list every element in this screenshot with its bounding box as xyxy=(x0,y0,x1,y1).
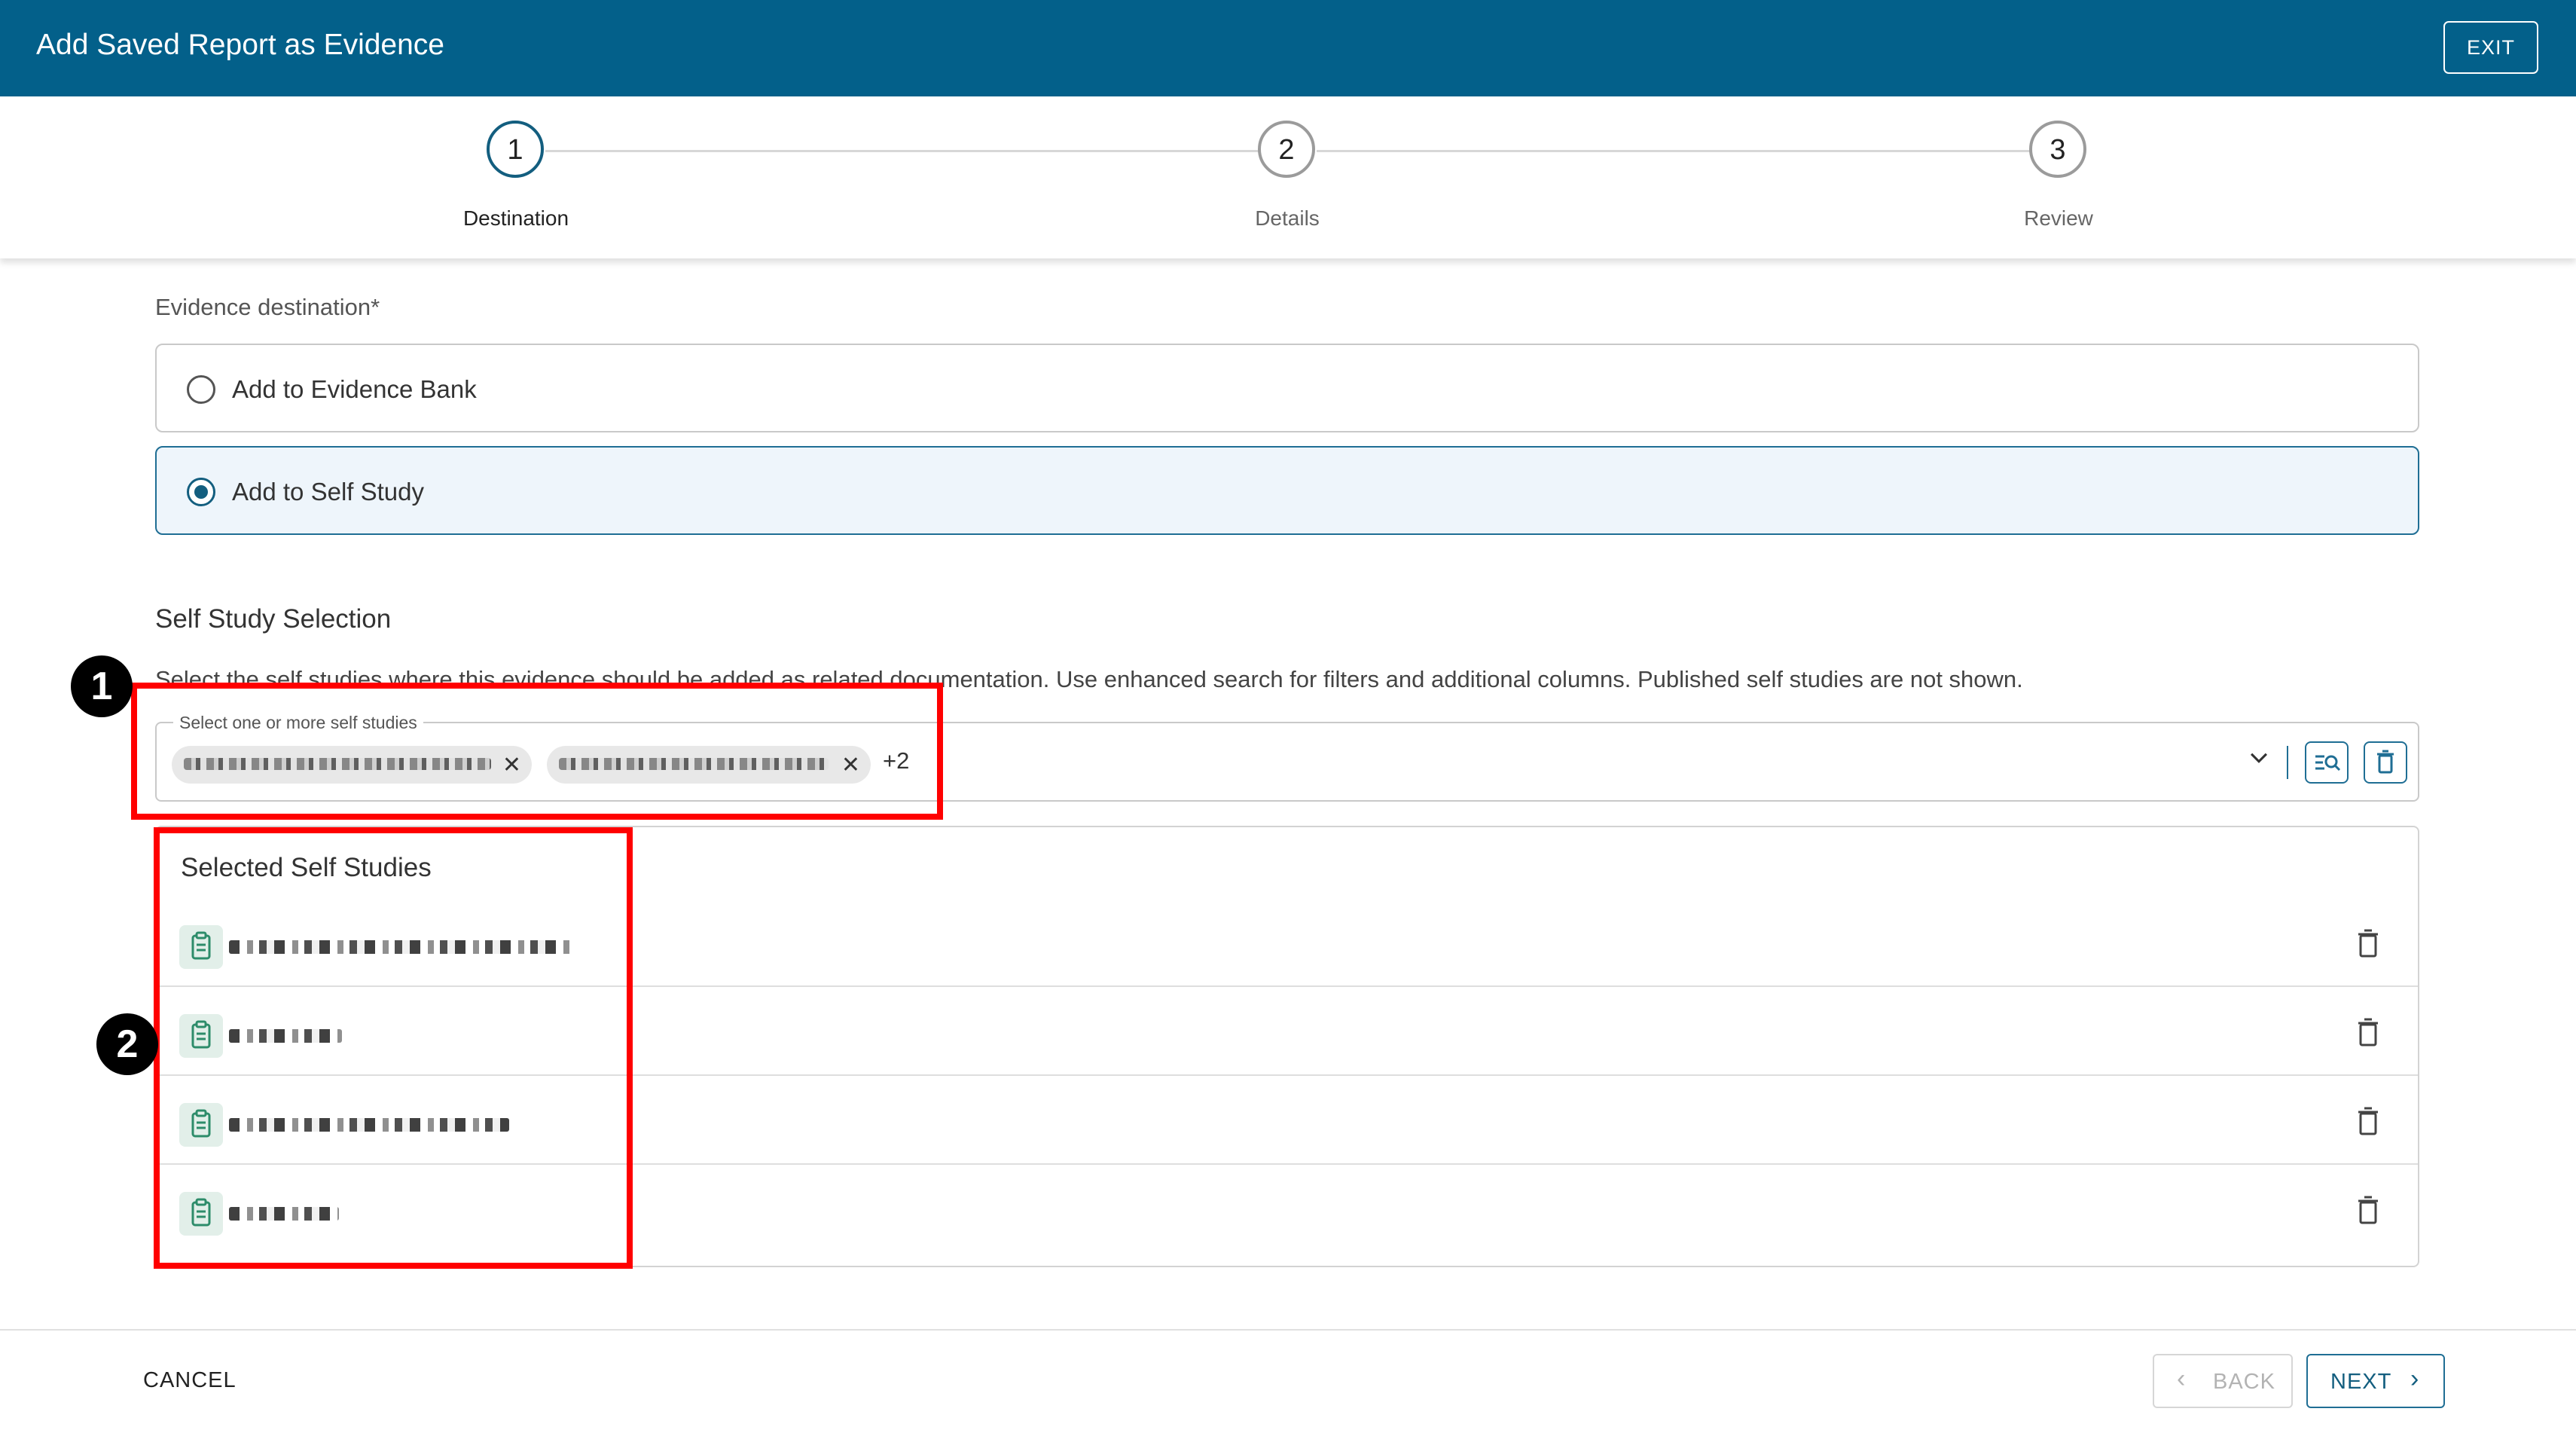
radio-unchecked-icon[interactable] xyxy=(187,375,215,404)
exit-button[interactable]: EXIT xyxy=(2443,21,2538,74)
chevron-down-icon[interactable] xyxy=(2246,744,2272,777)
delete-row-icon[interactable] xyxy=(2355,1017,2382,1047)
step-connector xyxy=(545,150,1259,152)
option-evidence-bank[interactable]: Add to Evidence Bank xyxy=(155,344,2419,432)
step-3-circle[interactable]: 3 xyxy=(2029,121,2086,178)
self-study-section-title: Self Study Selection xyxy=(155,604,392,634)
step-2-label: Details xyxy=(1255,206,1320,230)
delete-row-icon[interactable] xyxy=(2355,1195,2382,1225)
enhanced-search-icon xyxy=(2315,755,2341,771)
divider xyxy=(2287,746,2288,779)
option-self-study[interactable]: Add to Self Study xyxy=(155,446,2419,535)
back-button[interactable]: ‹ BACK xyxy=(2153,1354,2293,1408)
cancel-button[interactable]: CANCEL xyxy=(143,1368,237,1393)
trash-icon xyxy=(2377,750,2394,774)
annotation-marker-2: 2 xyxy=(96,1013,158,1075)
page-title: Add Saved Report as Evidence xyxy=(36,29,445,61)
option-label: Add to Evidence Bank xyxy=(232,375,477,403)
step-connector xyxy=(1317,150,2031,152)
annotation-marker-1: 1 xyxy=(71,655,133,717)
next-button[interactable]: NEXT › xyxy=(2306,1354,2445,1408)
clear-selection-button[interactable] xyxy=(2364,741,2407,784)
radio-checked-icon[interactable] xyxy=(187,478,215,506)
enhanced-search-button[interactable] xyxy=(2305,741,2349,784)
back-label: BACK xyxy=(2213,1370,2275,1394)
chevron-right-icon: › xyxy=(2410,1364,2420,1393)
step-3-label: Review xyxy=(2024,206,2093,230)
app-header: Add Saved Report as Evidence EXIT xyxy=(0,0,2576,96)
delete-row-icon[interactable] xyxy=(2355,928,2382,958)
progress-stepper: 1 Destination 2 Details 3 Review xyxy=(0,96,2576,258)
annotation-box-1 xyxy=(131,683,943,820)
next-label: NEXT xyxy=(2330,1370,2392,1394)
required-mark: * xyxy=(371,294,380,320)
delete-row-icon[interactable] xyxy=(2355,1106,2382,1136)
annotation-box-2 xyxy=(154,827,633,1269)
chevron-left-icon: ‹ xyxy=(2177,1364,2187,1393)
option-label: Add to Self Study xyxy=(232,478,424,506)
step-2-circle[interactable]: 2 xyxy=(1258,121,1315,178)
evidence-destination-label: Evidence destination* xyxy=(155,294,380,320)
footer-divider xyxy=(0,1329,2576,1331)
step-1-circle[interactable]: 1 xyxy=(487,121,544,178)
step-1-label: Destination xyxy=(462,206,569,230)
